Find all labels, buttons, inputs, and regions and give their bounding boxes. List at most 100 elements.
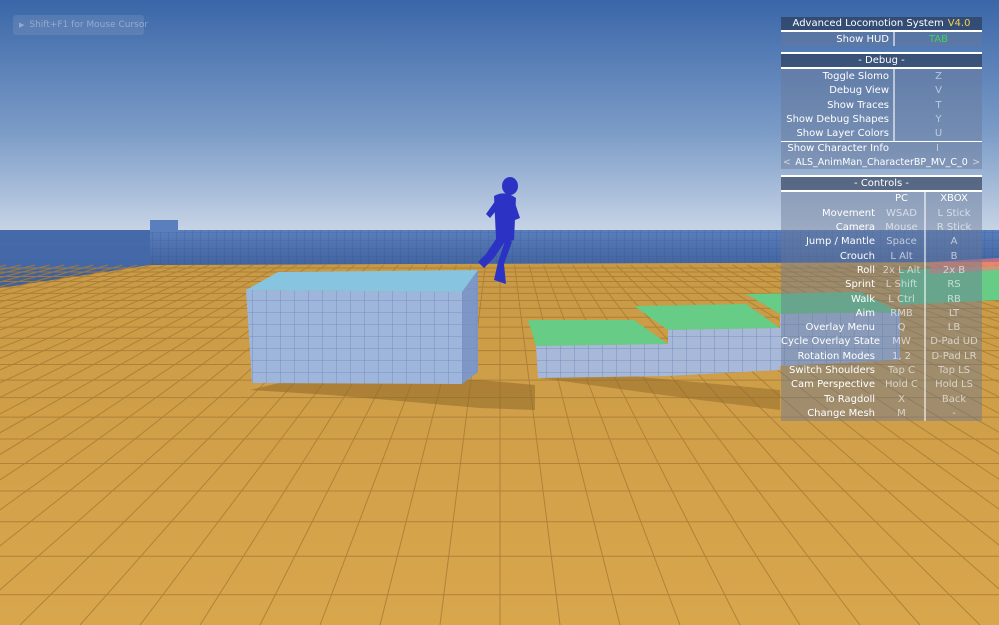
character-selector[interactable]: < ALS_AnimMan_CharacterBP_MV_C_0 > [781, 155, 982, 169]
next-character-arrow[interactable]: > [972, 157, 980, 168]
control-label: Jump / Mantle [805, 236, 875, 248]
control-row-cycle-overlay-state: Cycle Overlay State MW D-Pad UD [781, 334, 982, 350]
control-row-sprint: Sprint L Shift RS [781, 277, 982, 292]
xbox-binding: L Stick [937, 207, 971, 219]
debug-label: Show Layer Colors [796, 128, 889, 140]
character-info-key: I [936, 143, 939, 155]
debug-row-show-debug-shapes[interactable]: Show Debug Shapes Y [781, 112, 982, 127]
control-row-rotation-modes: Rotation Modes 1, 2 D-Pad LR [781, 349, 982, 364]
show-hud-row[interactable]: Show HUD TAB [781, 32, 982, 47]
control-row-change-mesh: Change Mesh M - [781, 406, 982, 421]
control-label: Change Mesh [807, 407, 875, 419]
control-label: Movement [822, 207, 875, 219]
control-label: Cycle Overlay State [781, 336, 881, 348]
pc-binding: MW [892, 336, 911, 348]
prev-character-arrow[interactable]: < [783, 157, 791, 168]
debug-key: Z [935, 70, 942, 82]
xbox-column-header: XBOX [940, 193, 968, 205]
debug-list: Toggle Slomo Z Debug View V Show Traces T Show… [781, 69, 982, 141]
debug-header: - Debug - [781, 54, 982, 68]
hud-title-bar: Advanced Locomotion System V4.0 [781, 17, 982, 30]
character-name: ALS_AnimMan_CharacterBP_MV_C_0 [795, 156, 968, 168]
xbox-binding: 2x B [942, 264, 966, 276]
mouse-cursor-hint: ▶ Shift+F1 for Mouse Cursor [13, 15, 148, 35]
hud-title: Advanced Locomotion System [792, 18, 944, 29]
debug-row-debug-view[interactable]: Debug View V [781, 83, 982, 98]
xbox-binding: D-Pad UD [930, 336, 978, 348]
control-row-movement: Movement WSAD L Stick [781, 206, 982, 221]
pc-binding: RMB [890, 307, 913, 319]
debug-key: V [935, 85, 942, 97]
debug-label: Show Traces [827, 99, 889, 111]
controls-column-headers: PC XBOX [781, 191, 982, 207]
control-label: Camera [835, 222, 875, 234]
control-row-to-ragdoll: To Ragdoll X Back [781, 391, 982, 407]
game-viewport[interactable]: ▶ Shift+F1 for Mouse Cursor Advanced Loco… [0, 0, 999, 625]
show-hud-key: TAB [928, 33, 949, 45]
als-hud-panel: Advanced Locomotion System V4.0 Show HUD… [781, 17, 982, 421]
control-row-camera: Camera Mouse R Stick [781, 220, 982, 235]
xbox-binding: Back [941, 393, 967, 405]
xbox-binding: LT [948, 307, 960, 319]
pc-binding: L Ctrl [888, 293, 915, 305]
xbox-binding: RB [947, 293, 961, 305]
control-row-jump-mantle: Jump / Mantle Space A [781, 234, 982, 249]
debug-key: Y [935, 113, 942, 125]
pc-binding: Q [897, 322, 906, 334]
pc-binding: WSAD [886, 207, 917, 219]
control-label: Switch Shoulders [789, 364, 875, 376]
pc-binding: Mouse [885, 222, 918, 234]
control-label: Aim [855, 307, 875, 319]
pc-column-header: PC [894, 193, 908, 205]
xbox-binding: R Stick [936, 222, 972, 234]
blue-block [246, 270, 478, 384]
xbox-binding: LB [947, 322, 961, 334]
debug-row-show-layer-colors[interactable]: Show Layer Colors U [781, 126, 982, 141]
control-row-walk: Walk L Ctrl RB [781, 291, 982, 307]
show-character-info-row[interactable]: Show Character Info I [781, 141, 982, 156]
xbox-binding: - [952, 407, 956, 419]
control-row-roll: Roll 2x L Alt 2x B [781, 263, 982, 278]
control-row-overlay-menu: Overlay Menu Q LB [781, 320, 982, 335]
control-row-aim: Aim RMB LT [781, 306, 982, 321]
show-hud-label: Show HUD [836, 33, 889, 45]
debug-row-show-traces[interactable]: Show Traces T [781, 97, 982, 113]
control-row-crouch: Crouch L Alt B [781, 248, 982, 264]
control-label: Roll [856, 264, 875, 276]
pc-binding: X [898, 393, 905, 405]
debug-label: Show Debug Shapes [786, 113, 889, 125]
xbox-binding: Hold LS [935, 379, 973, 391]
xbox-binding: A [950, 236, 958, 248]
xbox-binding: D-Pad LR [931, 350, 977, 362]
debug-label: Toggle Slomo [822, 70, 889, 82]
control-label: To Ragdoll [824, 393, 875, 405]
control-row-cam-perspective: Cam Perspective Hold C Hold LS [781, 377, 982, 392]
control-label: Rotation Modes [797, 350, 875, 362]
controls-list: Movement WSAD L Stick Camera Mouse R Stick Jum… [781, 206, 982, 421]
debug-key: T [935, 99, 942, 111]
control-row-switch-shoulders: Switch Shoulders Tap C Tap LS [781, 363, 982, 378]
control-label: Crouch [839, 250, 875, 262]
control-label: Walk [851, 293, 875, 305]
play-icon: ▶ [19, 21, 25, 29]
debug-row-toggle-slomo[interactable]: Toggle Slomo Z [781, 69, 982, 84]
hint-text: Shift+F1 for Mouse Cursor [29, 20, 149, 30]
pc-binding: L Alt [890, 250, 913, 262]
debug-label: Debug View [829, 85, 889, 97]
pc-binding: Tap C [887, 364, 916, 376]
control-label: Overlay Menu [805, 322, 875, 334]
pc-binding: Space [886, 236, 917, 248]
pc-binding: 2x L Alt [882, 264, 921, 276]
pc-binding: 1, 2 [891, 350, 912, 362]
xbox-binding: RS [947, 279, 961, 291]
control-label: Cam Perspective [791, 379, 875, 391]
xbox-binding: Tap LS [937, 364, 971, 376]
control-label: Sprint [845, 279, 875, 291]
debug-key: U [934, 128, 943, 140]
pc-binding: M [897, 407, 906, 419]
controls-header: - Controls - [781, 176, 982, 190]
character-info-label: Show Character Info [787, 143, 889, 155]
pc-binding: Hold C [885, 379, 918, 391]
hud-version: V4.0 [947, 18, 971, 29]
pc-binding: L Shift [885, 279, 918, 291]
